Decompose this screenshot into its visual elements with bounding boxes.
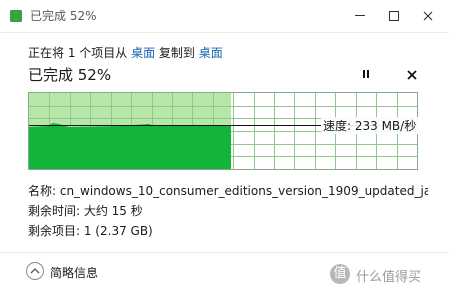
copy-window-icon [10, 10, 22, 22]
footer-divider [0, 252, 449, 253]
close-button[interactable] [411, 2, 445, 28]
source-link[interactable]: 桌面 [131, 46, 155, 60]
copy-middle: 复制到 [155, 46, 199, 60]
pause-button[interactable] [357, 66, 375, 84]
chevron-up-icon [30, 268, 40, 274]
title-bar: 已完成 52% [0, 0, 449, 33]
fewer-details-label[interactable]: 简略信息 [50, 264, 98, 281]
items-remaining: 剩余项目: 1 (2.37 GB) [28, 224, 153, 238]
copy-prefix: 正在将 1 个项目从 [28, 46, 132, 60]
close-icon [423, 8, 433, 22]
copy-description: 正在将 1 个项目从 桌面 复制到 桌面 [28, 44, 223, 61]
window-title: 已完成 52% [30, 9, 97, 23]
fewer-details-button[interactable] [26, 262, 44, 280]
file-name: 名称: cn_windows_10_consumer_editions_vers… [28, 184, 428, 198]
watermark-text: 什么值得买 [356, 270, 422, 285]
watermark-logo-icon: 值 [330, 264, 350, 284]
minimize-icon [355, 15, 365, 16]
close-icon [407, 70, 417, 80]
maximize-button[interactable] [377, 2, 411, 28]
cancel-button[interactable] [403, 66, 421, 84]
maximize-icon [389, 10, 399, 21]
minimize-button[interactable] [343, 2, 377, 28]
progress-status: 已完成 52% [28, 66, 112, 84]
time-remaining: 剩余时间: 大约 15 秒 [28, 204, 143, 218]
destination-link[interactable]: 桌面 [199, 46, 223, 60]
speed-label: 速度: 233 MB/秒 [321, 117, 419, 134]
speed-history-area [29, 123, 231, 169]
pause-icon [363, 70, 365, 78]
watermark: 值 什么值得买 [330, 264, 446, 288]
